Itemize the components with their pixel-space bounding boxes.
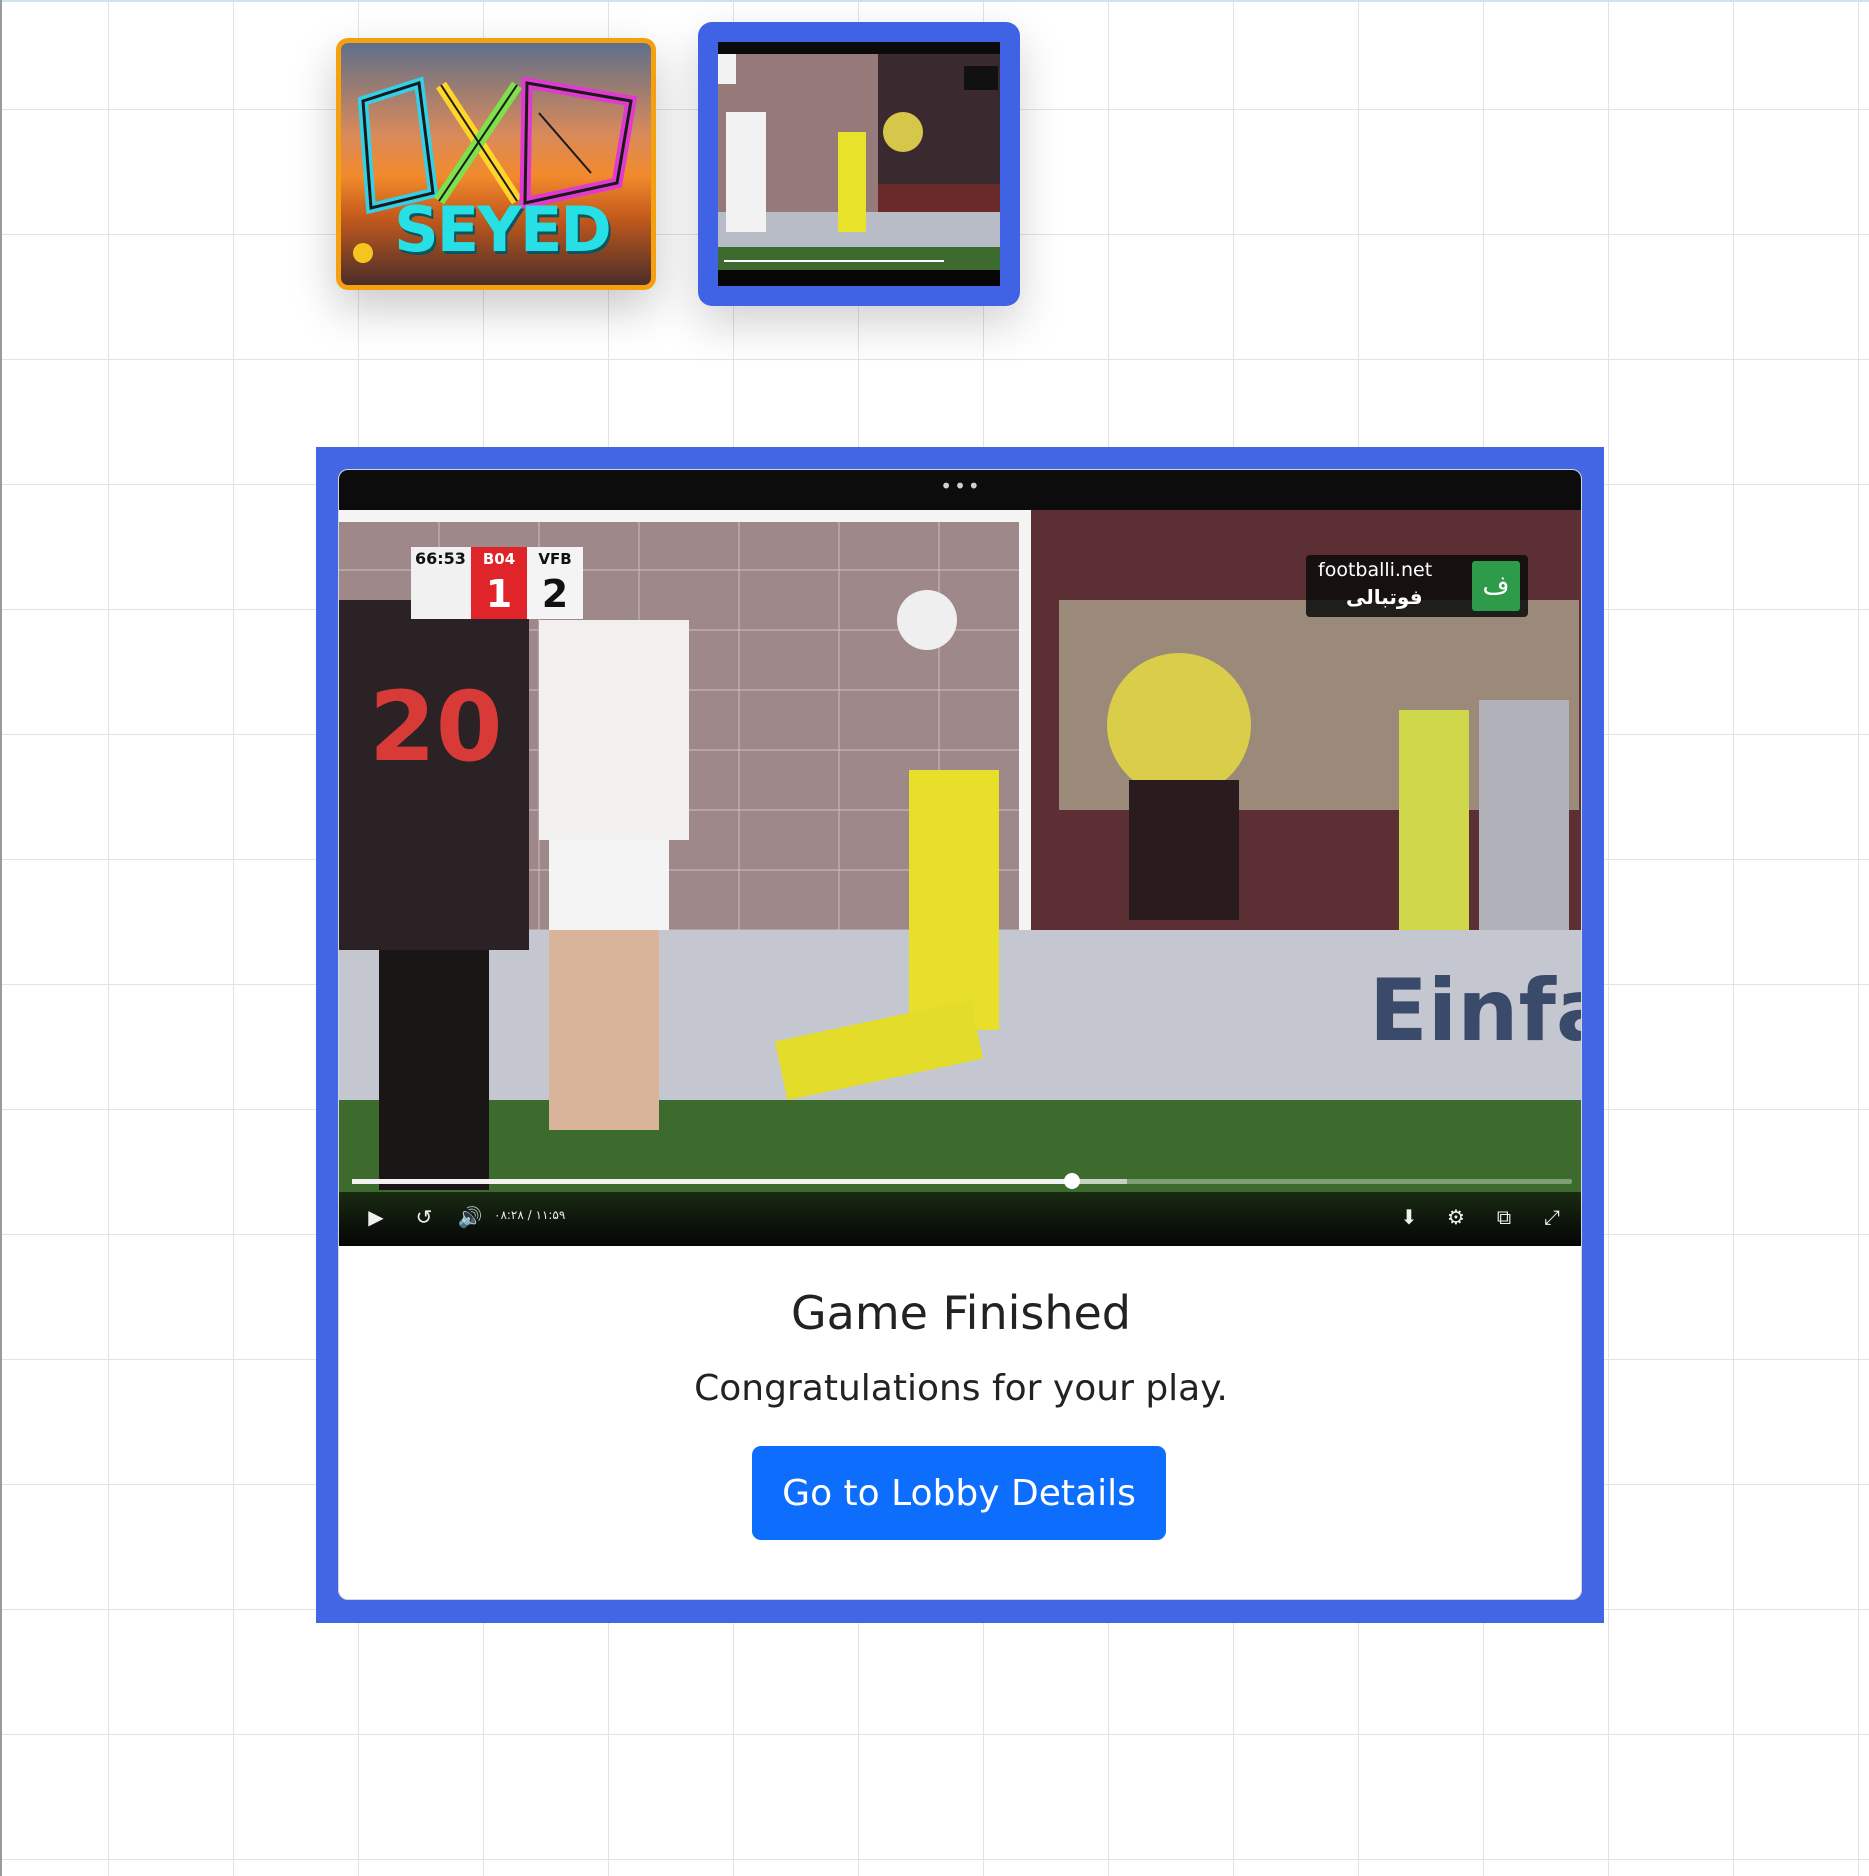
rewind-10-icon[interactable]: ↺ <box>409 1202 439 1232</box>
svg-text:20: 20 <box>369 671 503 783</box>
picture-in-picture-icon[interactable]: ⧉ <box>1489 1202 1519 1232</box>
video-controls: ▶ ↺ 🔊 ۰۸:۲۸ / ۱۱:۵۹ ⬇ ⚙ ⧉ ⤢ <box>339 1192 1581 1246</box>
match-clock: 66:53 <box>415 549 466 568</box>
watermark-site: footballi.net <box>1318 559 1433 581</box>
scoreboard: 66:53 B04 1 VFB 2 <box>411 547 583 619</box>
away-team-abbr: VFB <box>538 550 572 568</box>
video-frame-image: Einfa 20 <box>339 510 1582 1246</box>
top-border-line <box>0 0 1869 2</box>
go-to-lobby-details-button[interactable]: Go to Lobby Details <box>752 1446 1166 1540</box>
video-player[interactable]: ••• Einf 20 66:53 B04 1 VFB 2 footballi.… <box>339 470 1582 1246</box>
video-scrubber-knob[interactable] <box>1063 1173 1080 1189</box>
game-finished-card: ••• Einf 20 66:53 B04 1 VFB 2 footballi.… <box>338 469 1582 1600</box>
scoreboard-time: 66:53 <box>411 547 471 619</box>
volume-icon[interactable]: 🔊 <box>455 1202 485 1232</box>
fullscreen-icon[interactable]: ⤢ <box>1537 1202 1567 1232</box>
home-team-abbr: B04 <box>482 550 516 568</box>
game-finished-panel: ••• Einf 20 66:53 B04 1 VFB 2 footballi.… <box>316 447 1604 1623</box>
card-body: Game Finished Congratulations for your p… <box>339 1246 1581 1599</box>
away-team: VFB 2 <box>527 547 583 619</box>
svg-text:Einfa: Einfa <box>1369 961 1582 1061</box>
avatar-thumbnail[interactable]: SEYED <box>336 38 656 290</box>
avatar-name-text: SEYED <box>394 193 612 266</box>
watermark-persian: فوتبالی <box>1346 585 1423 609</box>
broadcaster-watermark: footballi.net فوتبالی ف <box>1306 555 1528 617</box>
left-border-line <box>0 0 2 1876</box>
play-icon[interactable]: ▶ <box>361 1202 391 1232</box>
video-menu-dots[interactable]: ••• <box>339 474 1581 498</box>
download-icon[interactable]: ⬇ <box>1394 1202 1424 1232</box>
watermark-logo-icon: ف <box>1472 561 1520 611</box>
home-team: B04 1 <box>471 547 527 619</box>
settings-icon[interactable]: ⚙ <box>1441 1202 1471 1232</box>
card-title: Game Finished <box>790 1286 1131 1340</box>
video-thumbnail[interactable] <box>698 22 1020 306</box>
video-thumbnail-image <box>718 42 1000 286</box>
video-progress-bar[interactable] <box>352 1173 1572 1189</box>
video-progress-fill <box>352 1179 1072 1184</box>
away-team-score: 2 <box>541 572 569 616</box>
card-subtitle: Congratulations for your play. <box>694 1368 1228 1409</box>
home-team-score: 1 <box>471 572 527 616</box>
video-timecode: ۰۸:۲۸ / ۱۱:۵۹ <box>494 1208 566 1222</box>
